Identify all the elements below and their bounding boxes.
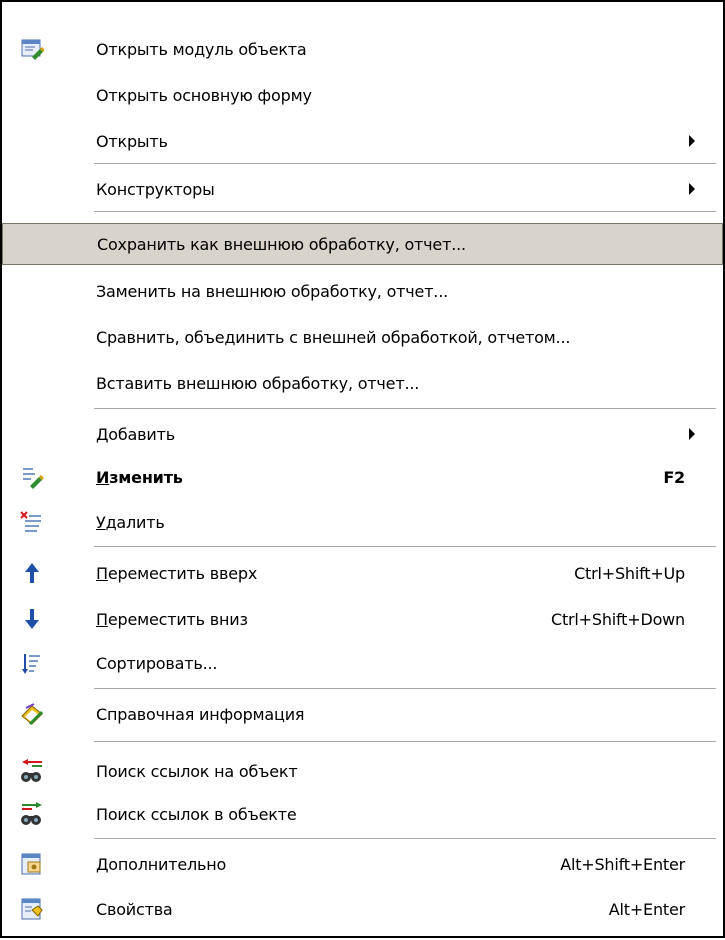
menu-separator	[94, 546, 716, 547]
menu-item-label: Заменить на внешнюю обработку, отчет...	[96, 281, 448, 301]
menu-item-label: Дополнительно	[96, 854, 227, 874]
menu-item-label: Справочная информация	[96, 704, 305, 724]
menu-item-open-module[interactable]: Открыть модуль объекта	[2, 28, 723, 70]
menu-item-add[interactable]: Добавить	[2, 413, 723, 455]
additional-icon	[21, 853, 41, 875]
menu-separator	[94, 838, 716, 839]
menu-item-move-down[interactable]: Переместить вниз Ctrl+Shift+Down	[2, 598, 723, 640]
menu-item-label: Конструкторы	[96, 179, 215, 199]
menu-item-label: Сравнить, объединить с внешней обработко…	[96, 327, 571, 347]
menu-item-label: Открыть основную форму	[96, 85, 312, 105]
context-menu: Открыть модуль объекта Открыть основную …	[0, 0, 725, 938]
label-rest: ереместить вниз	[107, 609, 248, 629]
menu-item-label: Сортировать...	[96, 653, 218, 673]
arrow-up-icon	[25, 563, 39, 583]
menu-item-reference-info[interactable]: Справочная информация	[2, 693, 723, 735]
menu-item-additional[interactable]: Дополнительно Alt+Shift+Enter	[2, 843, 723, 885]
mnemonic-char: У	[96, 512, 106, 532]
menu-item-open-main-form[interactable]: Открыть основную форму	[2, 74, 723, 116]
menu-item-label: Вставить внешнюю обработку, отчет...	[96, 373, 420, 393]
menu-item-compare-merge-external[interactable]: Сравнить, объединить с внешней обработко…	[2, 316, 723, 358]
menu-item-save-as-external[interactable]: Сохранить как внешнюю обработку, отчет..…	[2, 223, 723, 265]
menu-item-label: Изменить	[96, 468, 183, 487]
menu-item-open[interactable]: Открыть	[2, 120, 723, 162]
menu-item-constructors[interactable]: Конструкторы	[2, 168, 723, 210]
properties-icon	[21, 898, 43, 920]
menu-item-shortcut: F2	[663, 467, 685, 487]
menu-item-label: Открыть модуль объекта	[96, 39, 307, 59]
menu-separator	[94, 211, 716, 212]
menu-item-properties[interactable]: Свойства Alt+Enter	[2, 888, 723, 930]
menu-item-label: Сохранить как внешнюю обработку, отчет..…	[97, 234, 466, 254]
menu-item-insert-external[interactable]: Вставить внешнюю обработку, отчет...	[2, 362, 723, 404]
label-rest: далить	[105, 512, 165, 532]
label-rest: ереместить вверх	[107, 563, 258, 583]
menu-item-replace-with-external[interactable]: Заменить на внешнюю обработку, отчет...	[2, 270, 723, 312]
menu-item-shortcut: Ctrl+Shift+Down	[551, 609, 685, 629]
menu-item-find-refs-in-object[interactable]: Поиск ссылок в объекте	[2, 793, 723, 835]
binoculars-in-object-icon	[21, 802, 42, 825]
binoculars-refs-icon	[21, 759, 42, 782]
submenu-arrow-icon	[689, 428, 695, 440]
menu-item-shortcut: Alt+Shift+Enter	[560, 854, 685, 874]
help-book-icon	[21, 703, 44, 726]
delete-icon	[20, 511, 41, 532]
mnemonic-char: И	[96, 467, 110, 487]
menu-item-find-refs-to-object[interactable]: Поиск ссылок на объект	[2, 750, 723, 792]
arrow-down-icon	[25, 609, 39, 629]
mnemonic-char: П	[96, 563, 108, 583]
menu-item-sort[interactable]: Сортировать...	[2, 642, 723, 684]
menu-separator	[94, 688, 716, 689]
menu-item-shortcut: Ctrl+Shift+Up	[574, 563, 685, 583]
sort-icon	[22, 654, 40, 674]
menu-item-label: Переместить вверх	[96, 564, 257, 583]
mnemonic-char: П	[96, 609, 108, 629]
label-rest: зменить	[109, 467, 183, 487]
menu-item-label: Открыть	[96, 131, 168, 151]
menu-item-shortcut: Alt+Enter	[608, 899, 685, 919]
menu-separator	[94, 741, 716, 742]
menu-item-move-up[interactable]: Переместить вверх Ctrl+Shift+Up	[2, 552, 723, 594]
menu-item-label: Добавить	[96, 424, 175, 444]
submenu-arrow-icon	[689, 135, 695, 147]
menu-item-label: Удалить	[96, 513, 165, 532]
menu-item-delete[interactable]: Удалить	[2, 501, 723, 543]
menu-separator	[94, 163, 716, 164]
submenu-arrow-icon	[689, 183, 695, 195]
menu-item-label: Переместить вниз	[96, 610, 248, 629]
menu-item-label: Поиск ссылок на объект	[96, 761, 298, 781]
menu-separator	[94, 408, 716, 409]
menu-item-label: Свойства	[96, 899, 173, 919]
edit-icon	[23, 468, 44, 489]
menu-item-label: Поиск ссылок в объекте	[96, 804, 297, 824]
module-icon	[21, 39, 44, 60]
menu-item-edit[interactable]: Изменить F2	[2, 456, 723, 498]
